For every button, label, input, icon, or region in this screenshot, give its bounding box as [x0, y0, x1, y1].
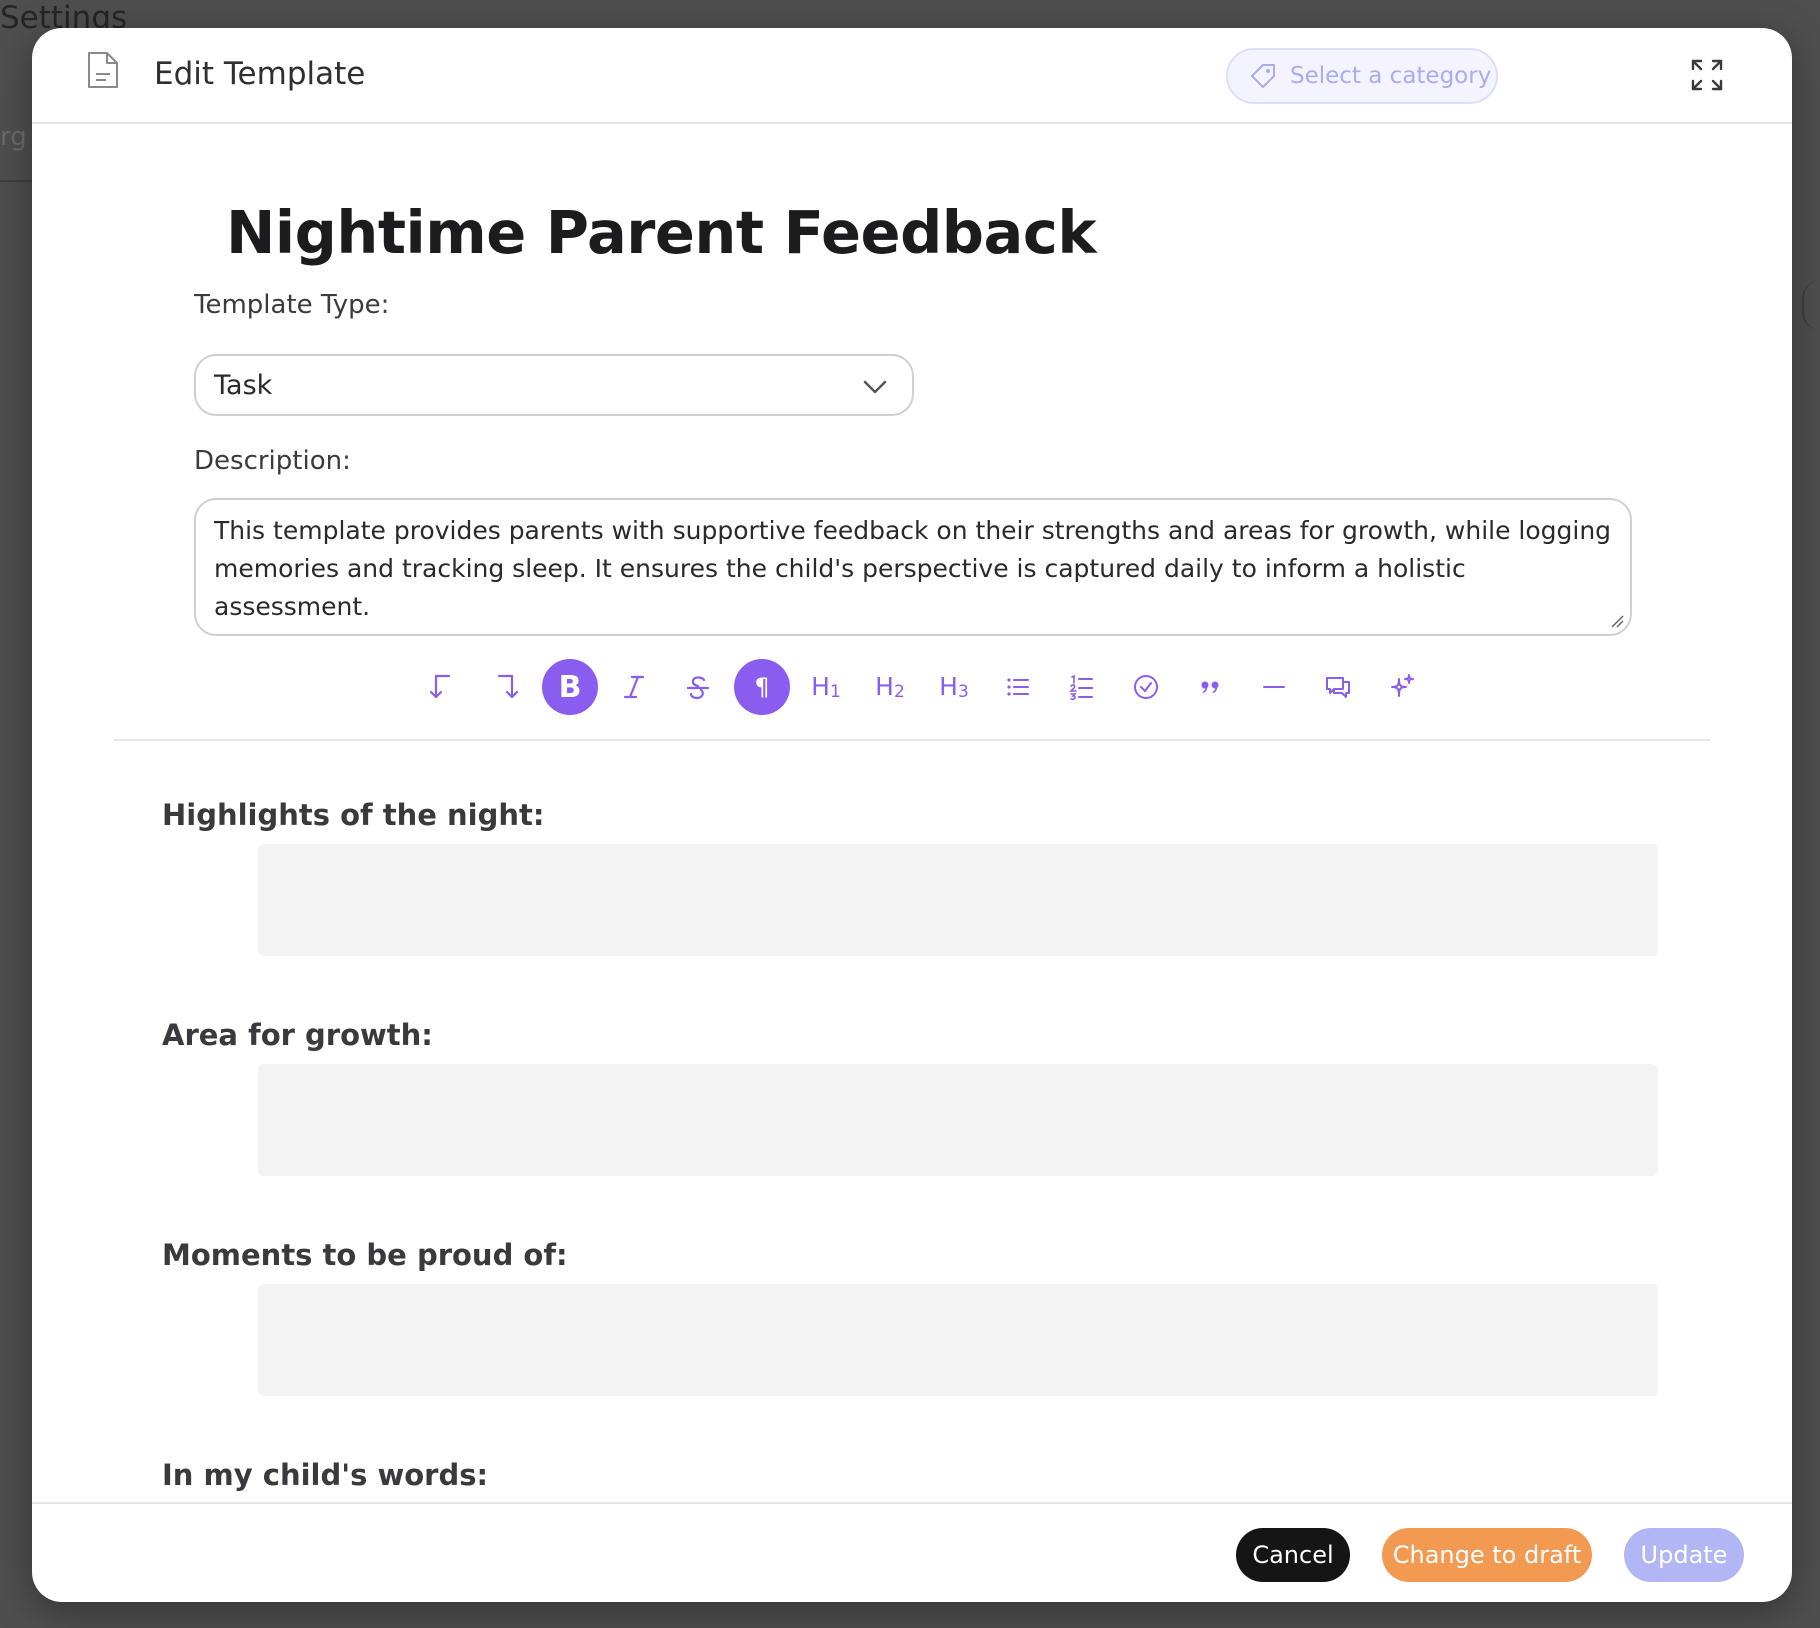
- section-field-area-for-growth[interactable]: [258, 1064, 1658, 1176]
- quote-icon: [1201, 681, 1219, 693]
- resize-handle-icon[interactable]: [1610, 614, 1624, 628]
- template-type-value: Task: [214, 369, 273, 401]
- heading-2-icon: H2: [875, 672, 905, 702]
- background-text-fragment: rg: [0, 122, 27, 152]
- tag-icon: [1251, 64, 1275, 88]
- modal-title: Edit Template: [154, 56, 366, 92]
- task-list-button[interactable]: [1118, 659, 1174, 715]
- background-divider: [0, 180, 34, 182]
- description-textarea[interactable]: This template provides parents with supp…: [194, 498, 1632, 636]
- heading-2-button[interactable]: H2: [862, 659, 918, 715]
- template-title[interactable]: Nightime Parent Feedback: [226, 198, 1097, 267]
- horizontal-rule-button[interactable]: [1246, 659, 1302, 715]
- edit-template-modal: Edit Template Select a category Nightime…: [32, 28, 1792, 1602]
- modal-footer: Cancel Change to draft Update: [32, 1502, 1792, 1602]
- ordered-list-icon: [1069, 674, 1093, 700]
- modal-header: Edit Template Select a category: [32, 28, 1792, 124]
- template-type-label: Template Type:: [194, 290, 390, 320]
- heading-3-button[interactable]: H3: [926, 659, 982, 715]
- section-field-highlights[interactable]: [258, 844, 1658, 956]
- undo-icon: [429, 674, 451, 699]
- check-circle-icon: [1134, 675, 1158, 699]
- expand-icon[interactable]: [1690, 58, 1724, 92]
- strikethrough-icon: [686, 676, 710, 700]
- sparkle-icon: [1391, 674, 1414, 697]
- section-label-child-words: In my child's words:: [162, 1458, 489, 1492]
- ai-assist-button[interactable]: [1374, 659, 1430, 715]
- heading-3-icon: H3: [939, 672, 969, 702]
- toolbar-divider: [114, 739, 1710, 741]
- paragraph-button[interactable]: ¶: [734, 659, 790, 715]
- redo-button[interactable]: [478, 659, 534, 715]
- bold-icon: B: [558, 669, 582, 705]
- heading-1-icon: H1: [811, 672, 841, 702]
- section-label-area-for-growth: Area for growth:: [162, 1018, 433, 1052]
- cancel-button[interactable]: Cancel: [1236, 1528, 1350, 1582]
- comment-icon: [1326, 677, 1350, 698]
- section-field-proud-moments[interactable]: [258, 1284, 1658, 1396]
- italic-icon: [623, 675, 645, 699]
- template-type-select[interactable]: Task: [194, 354, 914, 416]
- redo-icon: [497, 674, 519, 699]
- category-select-button[interactable]: Select a category: [1226, 48, 1498, 104]
- background-edge-element: [1802, 280, 1820, 330]
- comment-button[interactable]: [1310, 659, 1366, 715]
- section-label-proud-moments: Moments to be proud of:: [162, 1238, 568, 1272]
- paragraph-icon: ¶: [754, 673, 770, 701]
- change-to-draft-button[interactable]: Change to draft: [1382, 1528, 1592, 1582]
- strikethrough-button[interactable]: [670, 659, 726, 715]
- bold-button[interactable]: B: [542, 659, 598, 715]
- chevron-down-icon: [863, 380, 887, 394]
- ordered-list-button[interactable]: [1054, 659, 1110, 715]
- italic-button[interactable]: [606, 659, 662, 715]
- section-label-highlights: Highlights of the night:: [162, 798, 545, 832]
- document-icon: [88, 52, 118, 88]
- undo-button[interactable]: [414, 659, 470, 715]
- modal-body: Nightime Parent Feedback Template Type: …: [32, 126, 1792, 1500]
- bullet-list-button[interactable]: [990, 659, 1046, 715]
- description-label: Description:: [194, 446, 351, 476]
- formatting-toolbar: B ¶ H1 H2 H3: [414, 659, 1430, 715]
- category-placeholder: Select a category: [1290, 63, 1492, 89]
- update-button[interactable]: Update: [1624, 1528, 1744, 1582]
- bullet-list-icon: [1007, 678, 1029, 696]
- horizontal-rule-icon: [1263, 686, 1285, 688]
- description-text: This template provides parents with supp…: [214, 516, 1612, 621]
- heading-1-button[interactable]: H1: [798, 659, 854, 715]
- blockquote-button[interactable]: [1182, 659, 1238, 715]
